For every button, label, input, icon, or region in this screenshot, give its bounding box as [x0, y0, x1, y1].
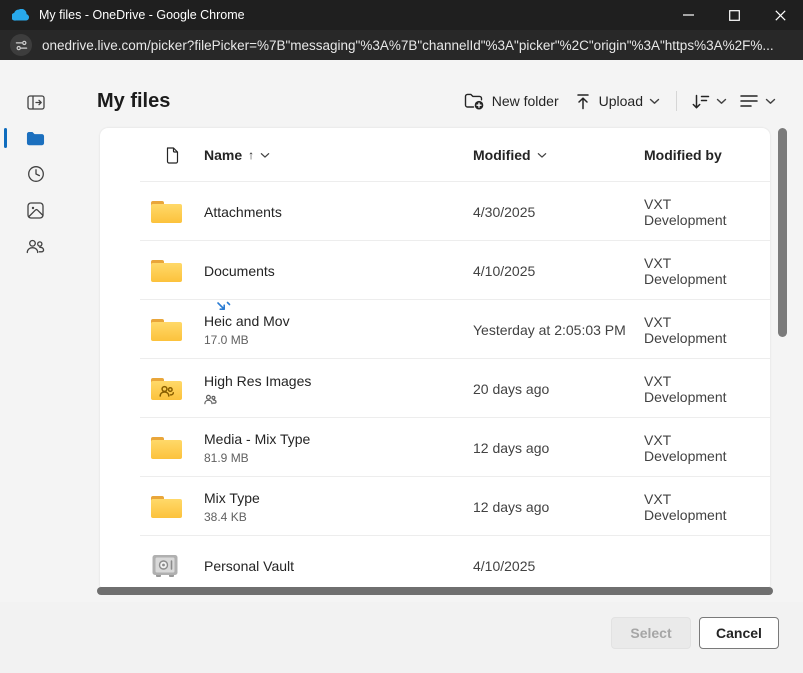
new-folder-icon: [464, 92, 484, 110]
cancel-button[interactable]: Cancel: [699, 617, 779, 649]
clock-icon: [27, 165, 45, 183]
file-name: Attachments: [204, 203, 473, 221]
file-name: Media - Mix Type: [204, 430, 473, 448]
minimize-button[interactable]: [665, 0, 711, 30]
command-bar: New folder Upload: [456, 87, 782, 115]
table-row[interactable]: Attachments 4/30/2025 VXT Development: [100, 182, 770, 241]
file-name: Documents: [204, 262, 473, 280]
modified-by: VXT Development: [644, 314, 770, 346]
file-list: Name ↑ Modified Modified by: [100, 128, 770, 587]
modified-date: 4/30/2025: [473, 204, 644, 220]
file-size: 17.0 MB: [204, 333, 473, 347]
folder-icon: [150, 199, 183, 225]
column-header-modified[interactable]: Modified: [473, 147, 644, 163]
file-name: Personal Vault: [204, 557, 473, 575]
sidebar-item-my-files[interactable]: [0, 120, 71, 156]
folder-icon: [150, 435, 183, 461]
chevron-down-icon: [260, 152, 270, 159]
table-row[interactable]: Mix Type 38.4 KB 12 days ago VXT Develop…: [100, 477, 770, 536]
horizontal-scrollbar[interactable]: [97, 587, 773, 595]
file-name: Mix Type: [204, 489, 473, 507]
chevron-down-icon: [649, 98, 660, 105]
chevron-down-icon: [537, 152, 547, 159]
folder-icon: [26, 131, 45, 146]
sidebar-item-expand-navigation[interactable]: [0, 84, 71, 120]
click-effect-icon: [216, 301, 231, 315]
chevron-down-icon: [716, 98, 727, 105]
window-title: My files - OneDrive - Google Chrome: [39, 8, 665, 22]
close-button[interactable]: [757, 0, 803, 30]
select-button[interactable]: Select: [611, 617, 691, 649]
modified-date: 4/10/2025: [473, 263, 644, 279]
window-titlebar: My files - OneDrive - Google Chrome: [0, 0, 803, 30]
onedrive-logo-icon: [12, 9, 29, 21]
document-type-column-icon[interactable]: [165, 147, 179, 164]
folder-icon: [150, 494, 183, 520]
sidebar-item-photos[interactable]: [0, 192, 71, 228]
table-header: Name ↑ Modified Modified by: [100, 128, 770, 182]
personal-vault-icon: [150, 553, 180, 579]
sidebar-item-shared[interactable]: [0, 228, 71, 264]
table-row[interactable]: Heic and Mov 17.0 MB Yesterday at 2:05:0…: [100, 300, 770, 359]
browser-url-bar[interactable]: onedrive.live.com/picker?filePicker=%7B"…: [0, 30, 803, 60]
modified-by: VXT Development: [644, 196, 770, 228]
modified-date: 4/10/2025: [473, 558, 644, 574]
modified-by: VXT Development: [644, 255, 770, 287]
folder-icon: [150, 317, 183, 343]
shared-people-icon: [204, 394, 473, 405]
table-row[interactable]: Personal Vault 4/10/2025: [100, 536, 770, 587]
upload-button[interactable]: Upload: [567, 88, 668, 115]
folder-icon: [150, 258, 183, 284]
modified-by: VXT Development: [644, 432, 770, 464]
file-name: Heic and Mov: [204, 312, 473, 330]
navigation-sidebar: [0, 84, 71, 264]
file-name: High Res Images: [204, 372, 473, 390]
image-icon: [27, 202, 44, 219]
site-settings-icon[interactable]: [10, 34, 32, 56]
view-options-button[interactable]: [733, 89, 782, 113]
sort-ascending-indicator: ↑: [248, 148, 254, 162]
new-folder-label: New folder: [492, 93, 559, 109]
people-icon: [26, 239, 45, 254]
table-row[interactable]: Documents 4/10/2025 VXT Development: [100, 241, 770, 300]
picker-footer: Select Cancel: [0, 602, 803, 673]
sort-button[interactable]: [685, 88, 733, 115]
modified-date: 12 days ago: [473, 440, 644, 456]
list-view-icon: [739, 94, 759, 108]
table-row[interactable]: High Res Images 20 days ago VXT Developm…: [100, 359, 770, 418]
new-folder-button[interactable]: New folder: [456, 87, 567, 115]
sort-descending-icon: [691, 93, 710, 110]
vertical-scrollbar[interactable]: [778, 128, 787, 337]
table-row[interactable]: Media - Mix Type 81.9 MB 12 days ago VXT…: [100, 418, 770, 477]
page-title: My files: [97, 90, 170, 113]
modified-by: VXT Development: [644, 373, 770, 405]
modified-date: 20 days ago: [473, 381, 644, 397]
upload-icon: [575, 93, 591, 110]
file-size: 38.4 KB: [204, 510, 473, 524]
upload-label: Upload: [599, 93, 643, 109]
panel-expand-icon: [27, 95, 45, 110]
url-text[interactable]: onedrive.live.com/picker?filePicker=%7B"…: [42, 38, 774, 53]
column-header-name[interactable]: Name ↑: [204, 147, 473, 163]
modified-by: VXT Development: [644, 491, 770, 523]
file-size: 81.9 MB: [204, 451, 473, 465]
modified-date: Yesterday at 2:05:03 PM: [473, 322, 644, 338]
shared-folder-icon: [150, 376, 183, 402]
modified-date: 12 days ago: [473, 499, 644, 515]
maximize-button[interactable]: [711, 0, 757, 30]
chevron-down-icon: [765, 98, 776, 105]
sidebar-item-recent[interactable]: [0, 156, 71, 192]
column-header-modified-by[interactable]: Modified by: [644, 147, 756, 163]
toolbar-divider: [676, 91, 677, 111]
